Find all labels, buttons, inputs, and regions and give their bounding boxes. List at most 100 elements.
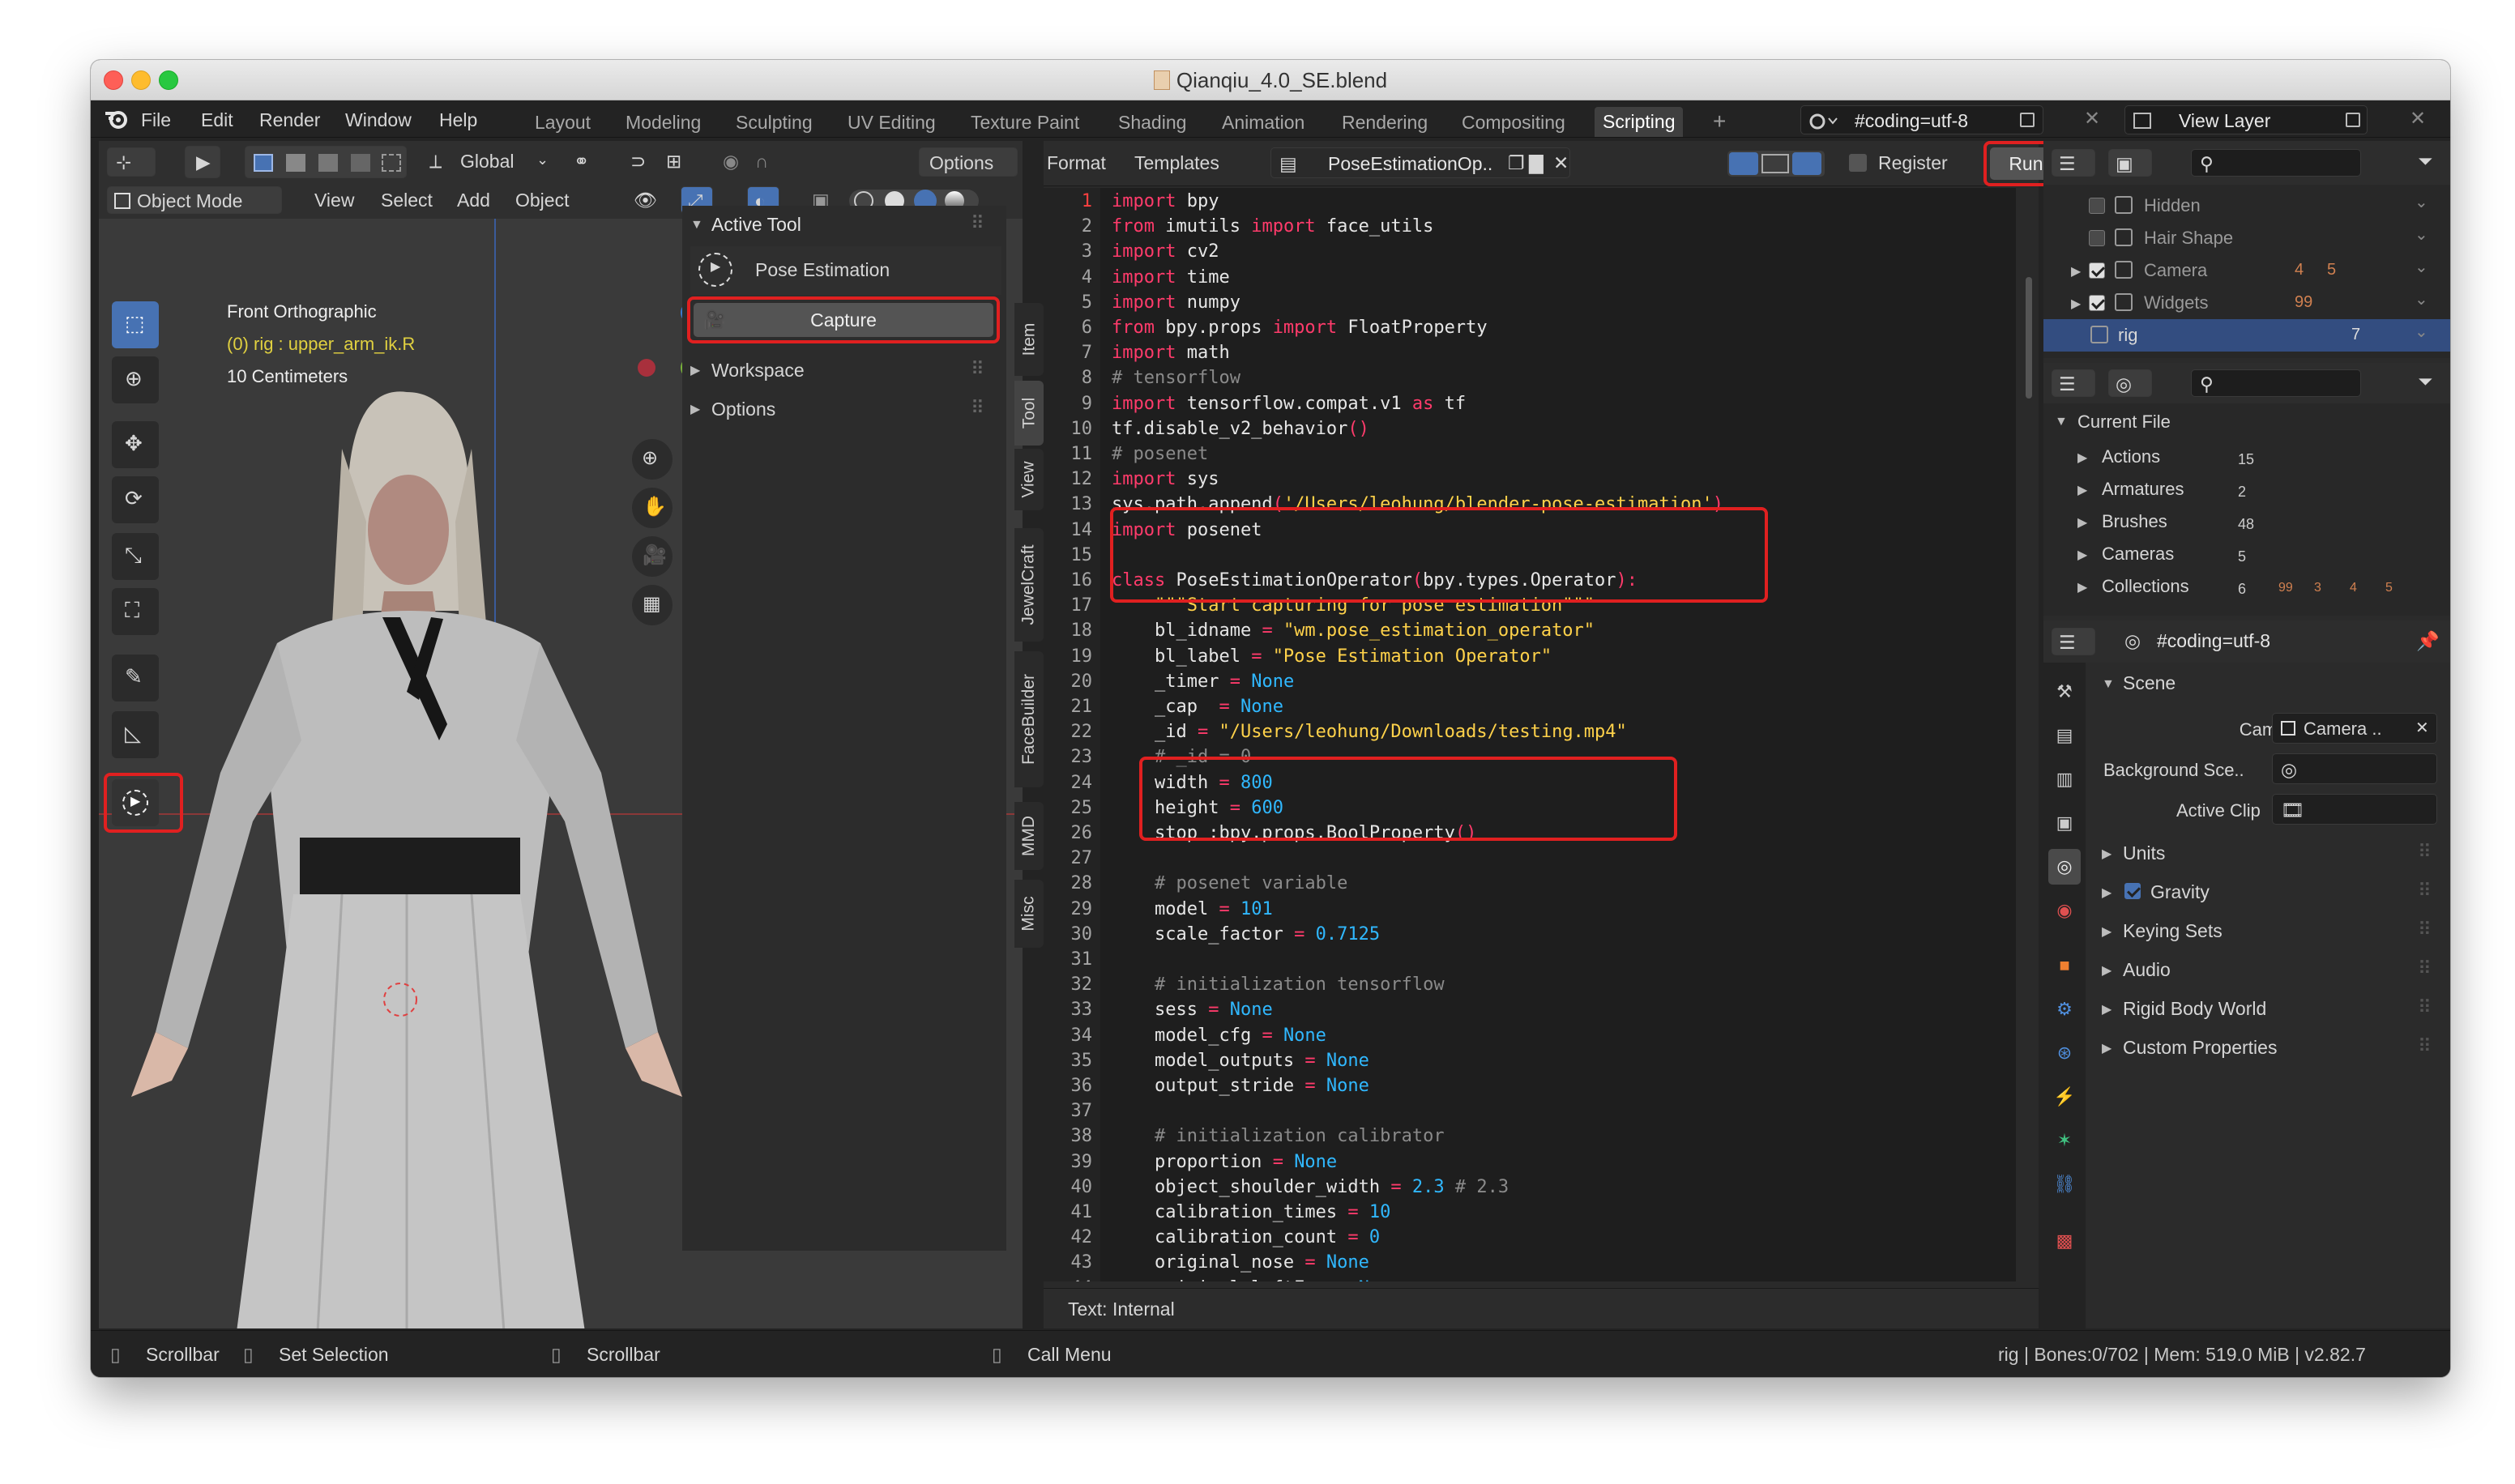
- expand-icon[interactable]: ▶: [2077, 547, 2087, 563]
- viewport-menu-select[interactable]: Select: [381, 191, 433, 210]
- exclude-checkbox[interactable]: [2089, 262, 2105, 279]
- section-keying-sets[interactable]: Keying Sets: [2123, 922, 2223, 940]
- scene-tab-icon[interactable]: ◎: [2048, 849, 2081, 885]
- drag-handle-icon[interactable]: ⠿: [2418, 842, 2432, 861]
- expand-icon[interactable]: ▶: [2102, 885, 2111, 901]
- new-view-layer-icon[interactable]: [2346, 113, 2360, 127]
- transform-orientation-dropdown[interactable]: Global: [460, 152, 514, 171]
- outliner-row-widgets[interactable]: ▶ Widgets 99 ⌄: [2043, 287, 2450, 319]
- workspace-tab-scripting[interactable]: Scripting: [1595, 107, 1684, 137]
- outliner-row-camera[interactable]: ▶ Camera 4 5 ⌄: [2043, 254, 2450, 287]
- visibility-chevron-icon[interactable]: ⌄: [2415, 324, 2428, 340]
- display-mode-dropdown[interactable]: ◎: [2108, 369, 2152, 397]
- scene-panel-header[interactable]: Scene: [2123, 674, 2176, 693]
- menu-render[interactable]: Render: [259, 111, 320, 130]
- modifier-tab-icon[interactable]: ⚙: [2048, 991, 2081, 1027]
- remove-view-layer-icon[interactable]: ✕: [2410, 109, 2426, 129]
- section-units[interactable]: Units: [2123, 844, 2165, 863]
- render-tab-icon[interactable]: ▤: [2048, 718, 2081, 753]
- register-checkbox[interactable]: [1849, 154, 1867, 172]
- collapse-icon[interactable]: ▼: [2055, 415, 2068, 429]
- code-line[interactable]: _cap = None: [1112, 697, 1283, 717]
- code-line[interactable]: # posenet variable: [1112, 873, 1347, 893]
- camera-field[interactable]: Camera .. ✕: [2272, 713, 2437, 744]
- scene-name-field[interactable]: #coding=utf-8: [1855, 112, 1968, 130]
- sidebar-tab-misc[interactable]: Misc: [1014, 880, 1044, 948]
- code-line[interactable]: # initialization calibrator: [1112, 1126, 1445, 1146]
- gravity-checkbox[interactable]: [2124, 883, 2141, 899]
- code-line[interactable]: object_shoulder_width = 2.3 # 2.3: [1112, 1177, 1509, 1197]
- selection-mode-group[interactable]: [245, 146, 407, 178]
- drag-handle-icon[interactable]: ⠿: [971, 399, 984, 417]
- current-file-label[interactable]: Current File: [2077, 413, 2171, 431]
- workspace-tab-texture-paint[interactable]: Texture Paint: [971, 112, 1079, 134]
- expand-icon[interactable]: ▶: [2077, 514, 2087, 531]
- exclude-checkbox[interactable]: [2089, 230, 2105, 246]
- code-line[interactable]: # initialization tensorflow: [1112, 974, 1445, 995]
- menu-file[interactable]: File: [141, 111, 171, 130]
- code-line[interactable]: original_nose = None: [1112, 1252, 1369, 1273]
- exclude-checkbox[interactable]: [2089, 295, 2105, 311]
- visibility-chevron-icon[interactable]: ⌄: [2415, 292, 2428, 308]
- blend-data-actions[interactable]: ▶ Actions 15: [2043, 441, 2450, 473]
- constraints-tab-icon[interactable]: ⛓: [2048, 1166, 2081, 1202]
- blender-logo-icon[interactable]: [104, 109, 128, 130]
- visibility-chevron-icon[interactable]: ⌄: [2415, 194, 2428, 211]
- text-datablock-selector[interactable]: ▤ PoseEstimationOp.. ❐ ▇ ✕: [1270, 147, 1570, 178]
- mode-dropdown[interactable]: Object Mode: [107, 186, 282, 214]
- expand-icon[interactable]: ▶: [690, 365, 700, 377]
- physics-tab-icon[interactable]: ⚡: [2048, 1079, 2081, 1115]
- active-tool-header[interactable]: Active Tool: [711, 215, 801, 234]
- workspace-tab-uv-editing[interactable]: UV Editing: [848, 112, 936, 134]
- new-scene-icon[interactable]: [2020, 113, 2035, 127]
- line-numbers-icon[interactable]: [1729, 152, 1758, 175]
- expand-icon[interactable]: ▶: [2102, 1001, 2111, 1017]
- workspace-tab-sculpting[interactable]: Sculpting: [736, 112, 813, 134]
- visibility-chevron-icon[interactable]: ⌄: [2415, 259, 2428, 275]
- code-line[interactable]: model = 101: [1112, 899, 1273, 919]
- options-dropdown[interactable]: Options: [919, 147, 1018, 177]
- code-line[interactable]: _id = "/Users/leohung/Downloads/testing.…: [1112, 722, 1627, 742]
- display-mode-dropdown[interactable]: ▣: [2108, 149, 2152, 177]
- drag-handle-icon[interactable]: ⠿: [2418, 998, 2432, 1017]
- outliner-search[interactable]: ⚲: [2191, 369, 2361, 397]
- extend-selection-icon[interactable]: [286, 154, 305, 172]
- expand-icon[interactable]: ▶: [2102, 962, 2111, 979]
- code-line[interactable]: from bpy.props import FloatProperty: [1112, 318, 1488, 338]
- view-layer-selector[interactable]: View Layer: [2124, 105, 2368, 134]
- tool-tab-icon[interactable]: ⚒: [2048, 674, 2081, 710]
- menu-window[interactable]: Window: [345, 111, 412, 130]
- collapse-icon[interactable]: ▼: [690, 219, 703, 232]
- blend-data-brushes[interactable]: ▶ Brushes 48: [2043, 505, 2450, 538]
- intersect-selection-icon[interactable]: [382, 154, 401, 172]
- blend-data-collections[interactable]: ▶ Collections 6 99 3 4 5: [2043, 570, 2450, 603]
- syntax-highlight-icon[interactable]: [1792, 152, 1821, 175]
- character-model[interactable]: [99, 319, 682, 1328]
- workspace-tab-animation[interactable]: Animation: [1222, 112, 1304, 134]
- workspace-tab-shading[interactable]: Shading: [1118, 112, 1186, 134]
- view-layer-name[interactable]: View Layer: [2179, 112, 2270, 130]
- output-tab-icon[interactable]: ▥: [2048, 761, 2081, 797]
- filter-icon[interactable]: ⏷: [2418, 373, 2432, 391]
- format-menu[interactable]: Format: [1047, 154, 1106, 173]
- particles-tab-icon[interactable]: ⊛: [2048, 1035, 2081, 1071]
- outliner-editor-type[interactable]: ☰: [2052, 149, 2095, 177]
- drag-handle-icon[interactable]: ⠿: [2418, 920, 2432, 939]
- sidebar-tab-item[interactable]: Item: [1014, 303, 1044, 376]
- menu-edit[interactable]: Edit: [201, 111, 233, 130]
- background-scene-field[interactable]: ◎: [2272, 753, 2437, 784]
- data-tab-icon[interactable]: ✶: [2048, 1123, 2081, 1158]
- code-line[interactable]: import bpy: [1112, 191, 1219, 211]
- code-line[interactable]: original_leftEye = None: [1112, 1278, 1402, 1281]
- remove-scene-icon[interactable]: ✕: [2084, 109, 2100, 129]
- new-selection-icon[interactable]: [254, 154, 273, 172]
- visibility-icon[interactable]: 👁: [634, 191, 657, 210]
- clear-icon[interactable]: ✕: [2415, 720, 2429, 736]
- exclude-checkbox[interactable]: [2089, 198, 2105, 214]
- section-custom-properties[interactable]: Custom Properties: [2123, 1038, 2277, 1057]
- sidebar-tab-facebuilder[interactable]: FaceBuilder: [1014, 651, 1044, 787]
- workspace-tab-compositing[interactable]: Compositing: [1462, 112, 1565, 134]
- options-header[interactable]: Options: [711, 400, 775, 419]
- active-clip-field[interactable]: 🎞: [2272, 794, 2437, 825]
- workspace-header[interactable]: Workspace: [711, 361, 805, 380]
